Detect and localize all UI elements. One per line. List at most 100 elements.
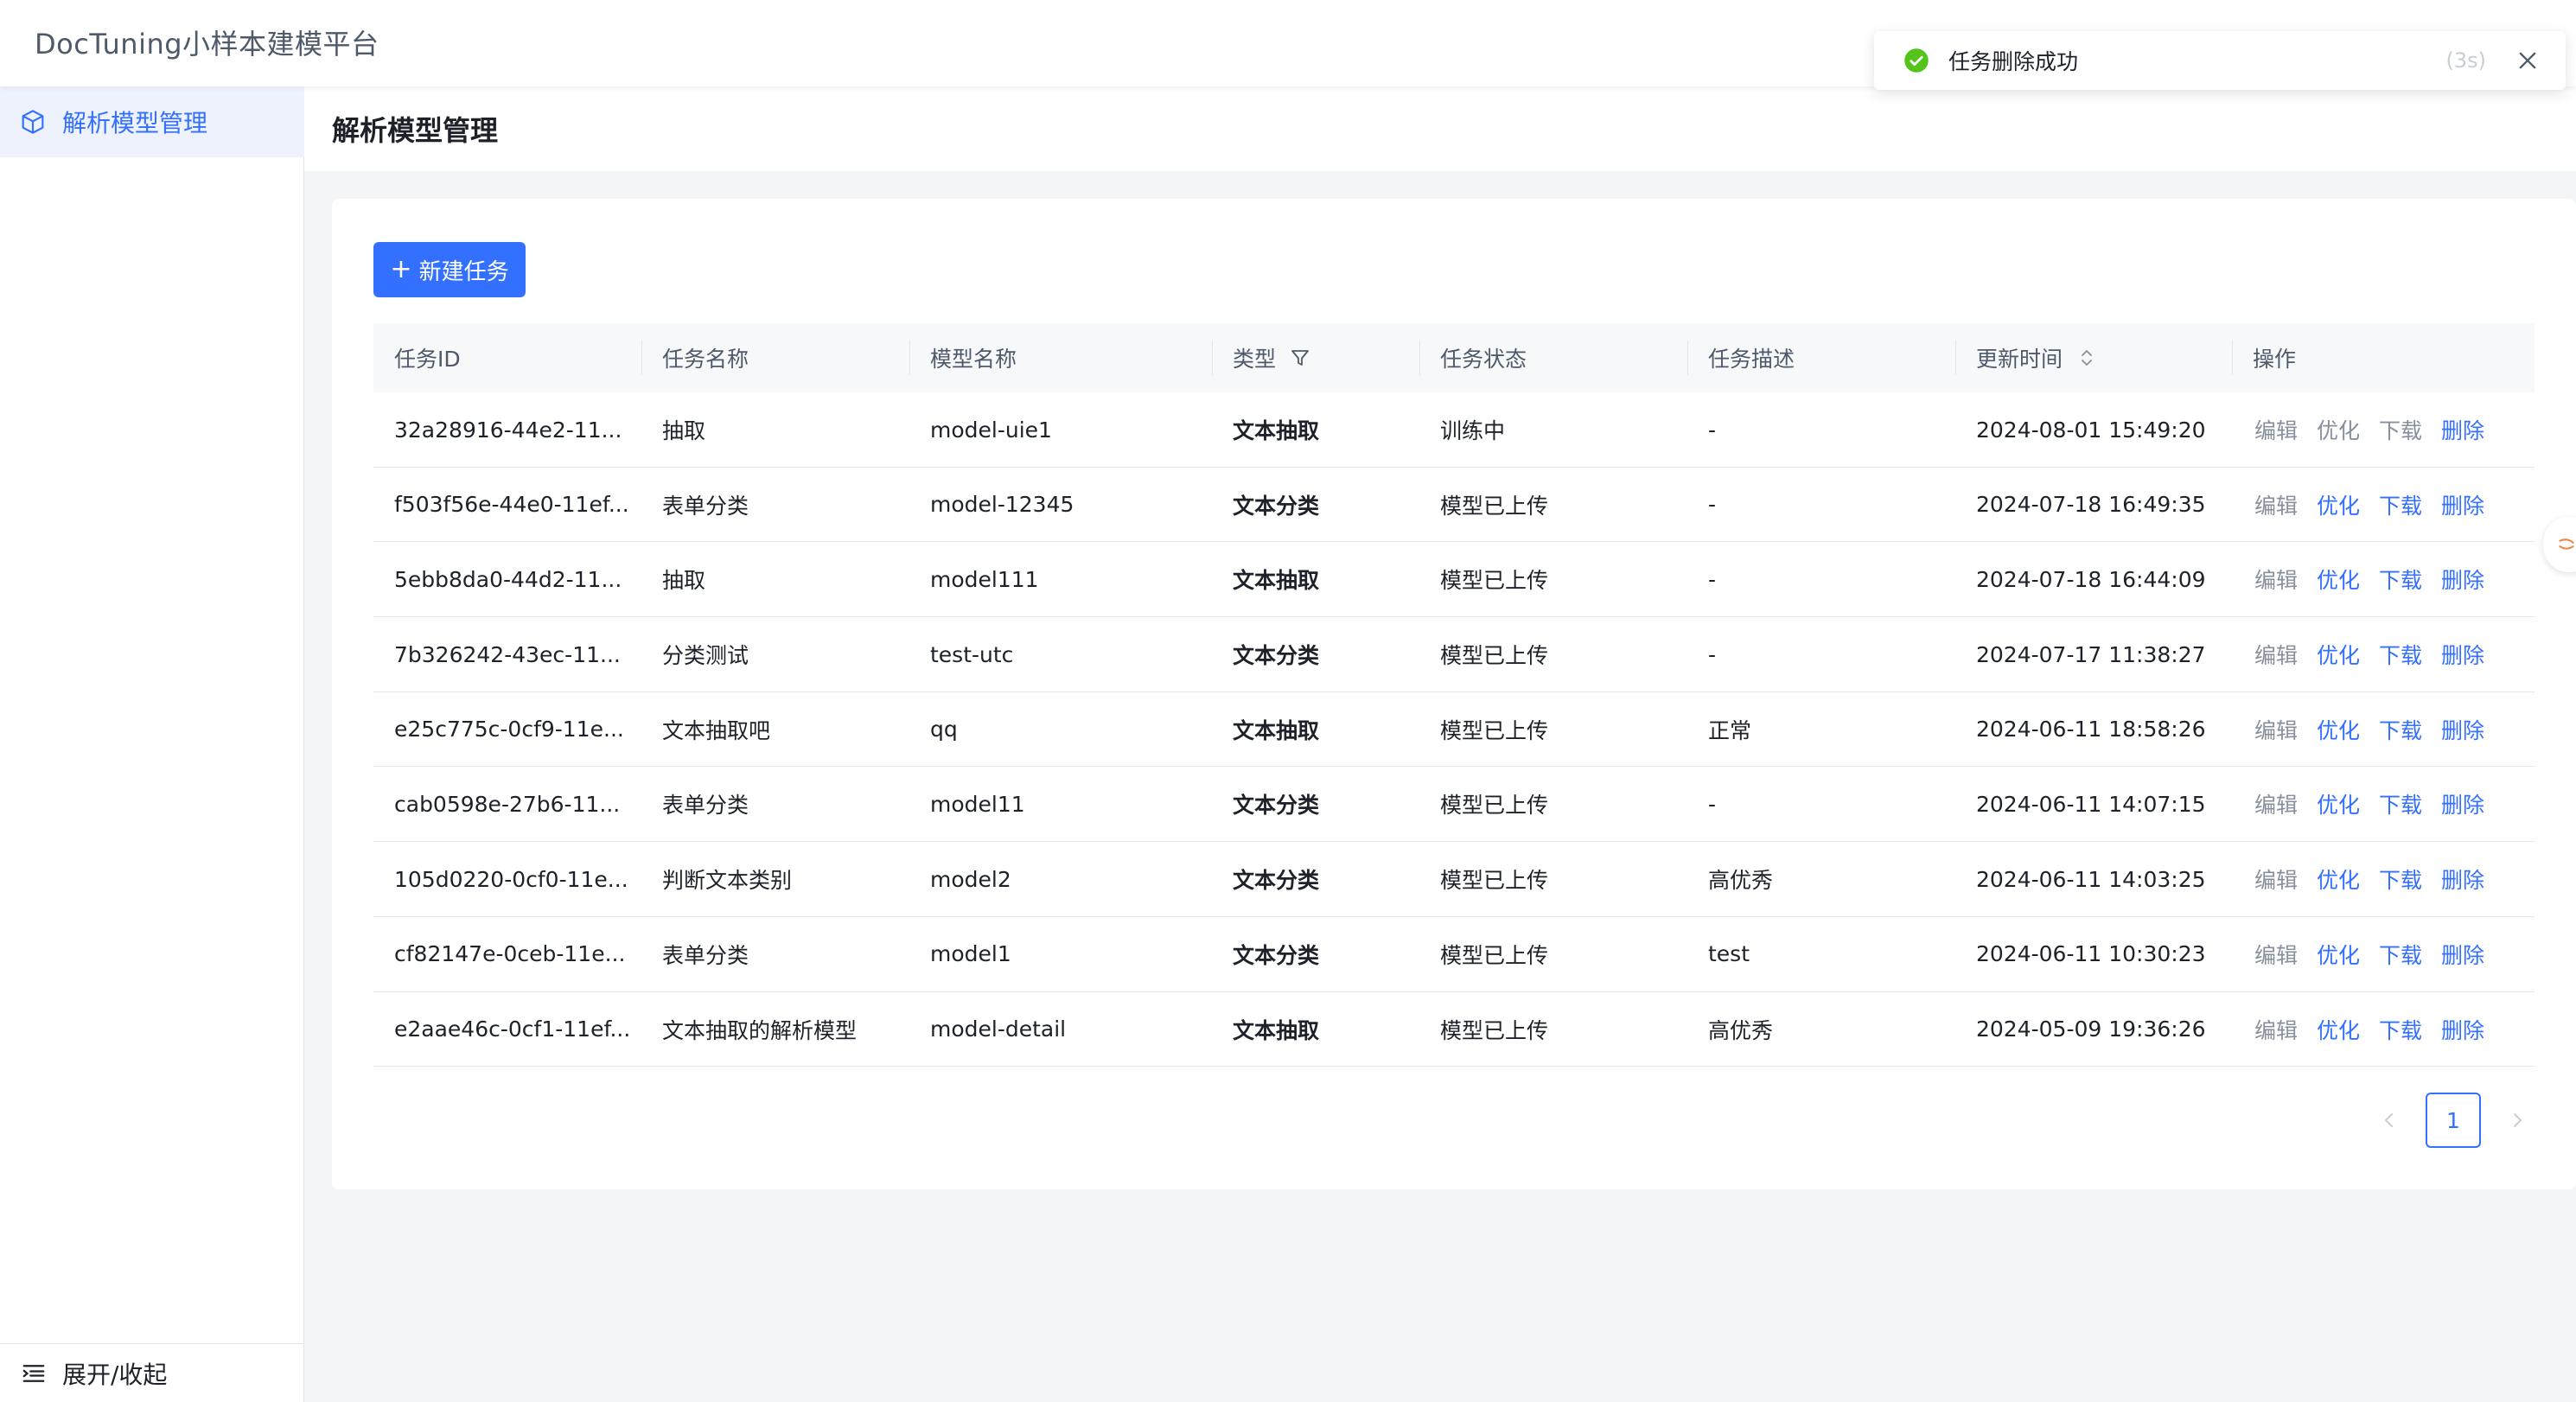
toast-countdown: (3s) <box>2445 48 2487 73</box>
status-cell: 训练中 <box>1440 418 1506 443</box>
status-cell: 模型已上传 <box>1440 868 1549 894</box>
description-cell: 高优秀 <box>1708 1017 1774 1043</box>
column-header-type: 类型 <box>1212 323 1419 392</box>
download-button[interactable]: 下载 <box>2379 639 2422 670</box>
column-header-type-label: 类型 <box>1233 347 1277 372</box>
task-card: + 新建任务 任务ID 任务名称 模型名称 类型 任务状态 任务描述 更新时间 <box>332 199 2576 1189</box>
task-id-cell: e25c775c-0cf9-11e... <box>394 717 624 742</box>
edit-button[interactable]: 编辑 <box>2254 1014 2298 1045</box>
updated-time-cell: 2024-06-11 14:03:25 <box>1976 866 2206 892</box>
edit-button[interactable]: 编辑 <box>2254 564 2298 595</box>
task-name-cell: 判断文本类别 <box>662 868 793 894</box>
table-row: 105d0220-0cf0-11e... 判断文本类别 model2 文本分类 模型已上… <box>373 842 2535 917</box>
optimize-button[interactable]: 优化 <box>2317 489 2360 520</box>
updated-time-cell: 2024-08-01 15:49:20 <box>1976 417 2206 443</box>
edit-button[interactable]: 编辑 <box>2254 714 2298 745</box>
task-name-cell: 分类测试 <box>662 643 749 669</box>
new-task-label: 新建任务 <box>418 258 509 285</box>
actions-cell: 编辑 优化 下载 删除 <box>2232 992 2535 1067</box>
chevron-right-icon <box>2514 1113 2522 1127</box>
actions-cell: 编辑 优化 下载 删除 <box>2232 917 2535 991</box>
delete-button[interactable]: 删除 <box>2441 714 2484 745</box>
toast-message: 任务删除成功 <box>1948 49 2079 74</box>
page-number-button[interactable]: 1 <box>2426 1093 2481 1148</box>
sidebar-collapse-toggle[interactable]: 展开/收起 <box>0 1343 304 1402</box>
edit-button[interactable]: 编辑 <box>2254 489 2298 520</box>
edit-button[interactable]: 编辑 <box>2254 864 2298 895</box>
table-row: e25c775c-0cf9-11e... 文本抽取吧 qq 文本抽取 模型已上传 正常 20… <box>373 692 2535 768</box>
close-icon[interactable] <box>2515 48 2540 73</box>
page-title: 解析模型管理 <box>332 114 499 147</box>
updated-time-cell: 2024-06-11 14:07:15 <box>1976 791 2206 817</box>
type-cell: 文本分类 <box>1233 942 1320 968</box>
status-cell: 模型已上传 <box>1440 643 1549 669</box>
optimize-button[interactable]: 优化 <box>2317 1014 2360 1045</box>
table-row: f503f56e-44e0-11ef... 表单分类 model-12345 文本分类… <box>373 468 2535 543</box>
edit-button[interactable]: 编辑 <box>2254 939 2298 970</box>
actions-cell: 编辑 优化 下载 删除 <box>2232 842 2535 916</box>
column-header-task-name: 任务名称 <box>641 323 909 392</box>
edit-button[interactable]: 编辑 <box>2254 414 2298 445</box>
download-button[interactable]: 下载 <box>2379 788 2422 819</box>
description-cell: 正常 <box>1708 717 1752 743</box>
download-button[interactable]: 下载 <box>2379 414 2422 445</box>
optimize-button[interactable]: 优化 <box>2317 864 2360 895</box>
new-task-button[interactable]: + 新建任务 <box>373 242 526 297</box>
delete-button[interactable]: 删除 <box>2441 788 2484 819</box>
optimize-button[interactable]: 优化 <box>2317 939 2360 970</box>
cube-icon <box>22 110 44 134</box>
description-cell: - <box>1708 492 1717 518</box>
delete-button[interactable]: 删除 <box>2441 1014 2484 1045</box>
table-row: e2aae46c-0cf1-11ef... 文本抽取的解析模型 model-deta… <box>373 992 2535 1067</box>
download-button[interactable]: 下载 <box>2379 939 2422 970</box>
download-button[interactable]: 下载 <box>2379 489 2422 520</box>
prev-page-button[interactable] <box>2372 1103 2407 1138</box>
task-name-cell: 表单分类 <box>662 793 749 819</box>
sidebar-collapse-label: 展开/收起 <box>62 1360 168 1389</box>
description-cell: 高优秀 <box>1708 868 1774 894</box>
download-button[interactable]: 下载 <box>2379 564 2422 595</box>
edit-button[interactable]: 编辑 <box>2254 788 2298 819</box>
optimize-button[interactable]: 优化 <box>2317 639 2360 670</box>
optimize-button[interactable]: 优化 <box>2317 414 2360 445</box>
sidebar-item-model-management[interactable]: 解析模型管理 <box>0 86 304 157</box>
delete-button[interactable]: 删除 <box>2441 414 2484 445</box>
model-name-cell: model-detail <box>930 1016 1067 1042</box>
column-header-actions: 操作 <box>2232 323 2535 392</box>
optimize-button[interactable]: 优化 <box>2317 788 2360 819</box>
menu-fold-icon <box>22 1364 45 1382</box>
next-page-button[interactable] <box>2500 1103 2535 1138</box>
delete-button[interactable]: 删除 <box>2441 639 2484 670</box>
actions-cell: 编辑 优化 下载 删除 <box>2232 617 2535 691</box>
download-button[interactable]: 下载 <box>2379 1014 2422 1045</box>
table-row: cab0598e-27b6-11... 表单分类 model11 文本分类 模型已上传 -… <box>373 767 2535 843</box>
sidebar: 解析模型管理 展开/收起 <box>0 86 304 1402</box>
status-cell: 模型已上传 <box>1440 942 1549 968</box>
delete-button[interactable]: 删除 <box>2441 864 2484 895</box>
model-name-cell: model11 <box>930 791 1025 817</box>
model-name-cell: model-uie1 <box>930 417 1052 443</box>
download-button[interactable]: 下载 <box>2379 864 2422 895</box>
column-header-updated-label: 更新时间 <box>1976 347 2063 372</box>
download-button[interactable]: 下载 <box>2379 714 2422 745</box>
type-cell: 文本分类 <box>1233 793 1320 819</box>
optimize-button[interactable]: 优化 <box>2317 564 2360 595</box>
delete-button[interactable]: 删除 <box>2441 564 2484 595</box>
optimize-button[interactable]: 优化 <box>2317 714 2360 745</box>
sort-icon[interactable] <box>2076 347 2097 368</box>
model-name-cell: model-12345 <box>930 492 1074 518</box>
success-toast: 任务删除成功 (3s) <box>1874 31 2566 90</box>
delete-button[interactable]: 删除 <box>2441 939 2484 970</box>
filter-icon[interactable] <box>1290 347 1310 368</box>
type-cell: 文本分类 <box>1233 643 1320 669</box>
updated-time-cell: 2024-06-11 10:30:23 <box>1976 941 2206 967</box>
actions-cell: 编辑 优化 下载 删除 <box>2232 392 2535 467</box>
type-cell: 文本分类 <box>1233 868 1320 894</box>
edit-button[interactable]: 编辑 <box>2254 639 2298 670</box>
status-cell: 模型已上传 <box>1440 717 1549 743</box>
column-header-description: 任务描述 <box>1687 323 1955 392</box>
page-header: 解析模型管理 <box>304 86 2576 171</box>
type-cell: 文本抽取 <box>1233 418 1320 443</box>
delete-button[interactable]: 删除 <box>2441 489 2484 520</box>
assistant-icon <box>2559 538 2574 550</box>
